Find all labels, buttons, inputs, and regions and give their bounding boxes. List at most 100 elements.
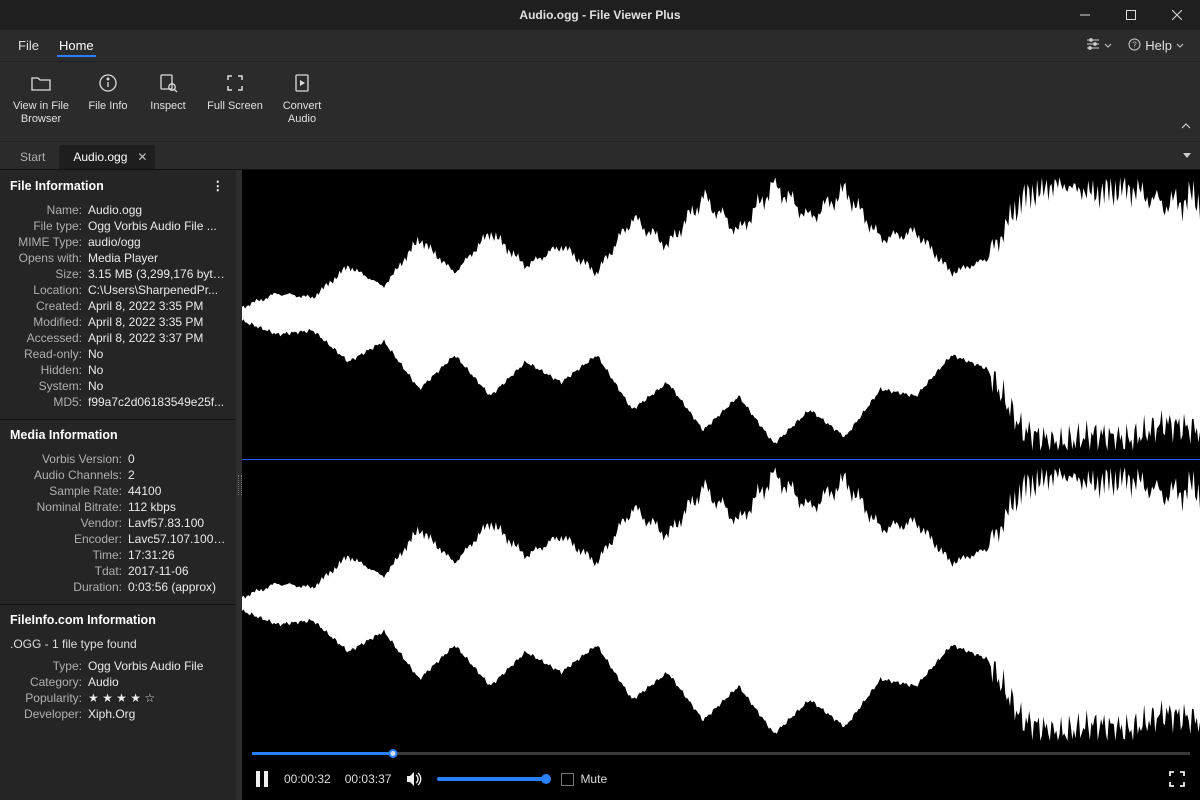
info-value: 2 — [128, 468, 226, 482]
settings-menu[interactable] — [1078, 30, 1120, 61]
info-key: Type: — [10, 659, 82, 673]
info-row: Size:3.15 MB (3,299,176 bytes) — [10, 267, 226, 281]
mute-checkbox[interactable]: Mute — [561, 772, 607, 786]
audio-view: 00:00:32 00:03:37 Mute — [242, 170, 1200, 800]
fullscreen-icon — [224, 72, 246, 94]
info-row: Type:Ogg Vorbis Audio File — [10, 659, 226, 673]
info-value: April 8, 2022 3:35 PM — [88, 299, 226, 313]
sliders-icon — [1086, 37, 1100, 54]
info-key: Popularity: — [10, 691, 82, 705]
folder-icon — [30, 72, 52, 94]
waveform-display[interactable] — [242, 170, 1200, 748]
info-row: Sample Rate: 44100 — [10, 484, 226, 498]
info-row: Developer:Xiph.Org — [10, 707, 226, 721]
info-value: f99a7c2d06183549e25f... — [88, 395, 226, 409]
window-controls — [1062, 0, 1200, 30]
chevron-down-icon — [1176, 38, 1184, 53]
info-row: Read-only:No — [10, 347, 226, 361]
tab-audio-ogg[interactable]: Audio.ogg ✕ — [59, 145, 155, 169]
view-in-file-browser-button[interactable]: View in File Browser — [4, 68, 78, 128]
info-row: MIME Type:audio/ogg — [10, 235, 226, 249]
fullscreen-button[interactable] — [1166, 768, 1188, 790]
info-value: 44100 — [128, 484, 226, 498]
info-key: Encoder: — [10, 532, 122, 546]
info-key: Nominal Bitrate: — [10, 500, 122, 514]
full-screen-button[interactable]: Full Screen — [198, 68, 272, 115]
collapse-ribbon-button[interactable] — [1180, 119, 1192, 137]
kebab-menu-icon[interactable]: ⋮ — [212, 178, 227, 193]
info-key: Opens with: — [10, 251, 82, 265]
info-row: Duration:0:03:56 (approx) — [10, 580, 226, 594]
info-value: 2017-11-06 — [128, 564, 226, 578]
info-value: Media Player — [88, 251, 226, 265]
info-row: System:No — [10, 379, 226, 393]
volume-icon[interactable] — [405, 770, 423, 788]
info-key: Audio Channels: — [10, 468, 122, 482]
info-row: Hidden: No — [10, 363, 226, 377]
main-area: File Information ⋮ Name:Audio.oggFile ty… — [0, 170, 1200, 800]
info-key: File type: — [10, 219, 82, 233]
info-key: MD5: — [10, 395, 82, 409]
info-value: No — [88, 363, 226, 377]
tab-start[interactable]: Start — [6, 145, 59, 169]
close-tab-button[interactable]: ✕ — [137, 150, 147, 164]
info-row: Nominal Bitrate: 112 kbps — [10, 500, 226, 514]
info-value: Lavf57.83.100 — [128, 516, 226, 530]
info-value: 112 kbps — [128, 500, 226, 514]
checkbox-icon — [561, 773, 574, 786]
info-row: Audio Channels: 2 — [10, 468, 226, 482]
media-information-body: Vorbis Version:0Audio Channels:2Sample R… — [0, 448, 236, 604]
info-row: Tdat: 2017-11-06 — [10, 564, 226, 578]
playback-progress[interactable] — [242, 748, 1200, 758]
help-menu[interactable]: ? Help — [1120, 30, 1192, 61]
ribbon-toolbar: View in File Browser File Info Inspect F… — [0, 62, 1200, 142]
info-row: MD5: f99a7c2d06183549e25f... — [10, 395, 226, 409]
info-row: File type: Ogg Vorbis Audio File ... — [10, 219, 226, 233]
title-bar: Audio.ogg - File Viewer Plus — [0, 0, 1200, 30]
file-info-button[interactable]: File Info — [78, 68, 138, 115]
inspect-button[interactable]: Inspect — [138, 68, 198, 115]
info-value: Lavc57.107.100 ... — [128, 532, 226, 546]
close-button[interactable] — [1154, 0, 1200, 30]
info-key: Name: — [10, 203, 82, 217]
info-value: 0:03:56 (approx) — [128, 580, 226, 594]
info-key: Sample Rate: — [10, 484, 122, 498]
fileinfo-com-header: FileInfo.com Information — [0, 604, 236, 633]
section-title: Media Information — [10, 428, 118, 442]
info-key: Location: — [10, 283, 82, 297]
minimize-button[interactable] — [1062, 0, 1108, 30]
info-value: 0 — [128, 452, 226, 466]
help-label: Help — [1145, 38, 1172, 53]
duration: 00:03:37 — [345, 772, 392, 786]
fileinfo-summary: .OGG - 1 file type found — [10, 635, 226, 657]
info-key: Hidden: — [10, 363, 82, 377]
menu-bar: File Home ? Help — [0, 30, 1200, 62]
info-value: No — [88, 347, 226, 361]
info-row: Time:17:31:26 — [10, 548, 226, 562]
info-key: Size: — [10, 267, 82, 281]
window-title: Audio.ogg - File Viewer Plus — [519, 8, 680, 22]
ribbon-label: View in File Browser — [13, 100, 69, 126]
info-value: No — [88, 379, 226, 393]
section-title: File Information — [10, 179, 104, 193]
waveform-channel-left — [242, 170, 1200, 458]
media-information-header: Media Information — [0, 419, 236, 448]
info-row: Opens with: Media Player — [10, 251, 226, 265]
pause-button[interactable] — [254, 770, 270, 788]
inspect-icon — [157, 72, 179, 94]
info-key: Category: — [10, 675, 82, 689]
document-tab-strip: Start Audio.ogg ✕ — [0, 142, 1200, 170]
info-row: Created:April 8, 2022 3:35 PM — [10, 299, 226, 313]
info-key: Tdat: — [10, 564, 122, 578]
info-value: Ogg Vorbis Audio File ... — [88, 219, 226, 233]
tab-overflow-button[interactable] — [1182, 149, 1192, 163]
menu-home[interactable]: Home — [49, 30, 104, 61]
info-value: C:\Users\SharpenedPr... — [88, 283, 226, 297]
menu-file[interactable]: File — [8, 30, 49, 61]
maximize-button[interactable] — [1108, 0, 1154, 30]
info-row: Category:Audio — [10, 675, 226, 689]
info-key: Modified: — [10, 315, 82, 329]
volume-slider[interactable] — [437, 777, 547, 781]
ribbon-label: File Info — [88, 100, 127, 113]
convert-audio-button[interactable]: Convert Audio — [272, 68, 332, 128]
